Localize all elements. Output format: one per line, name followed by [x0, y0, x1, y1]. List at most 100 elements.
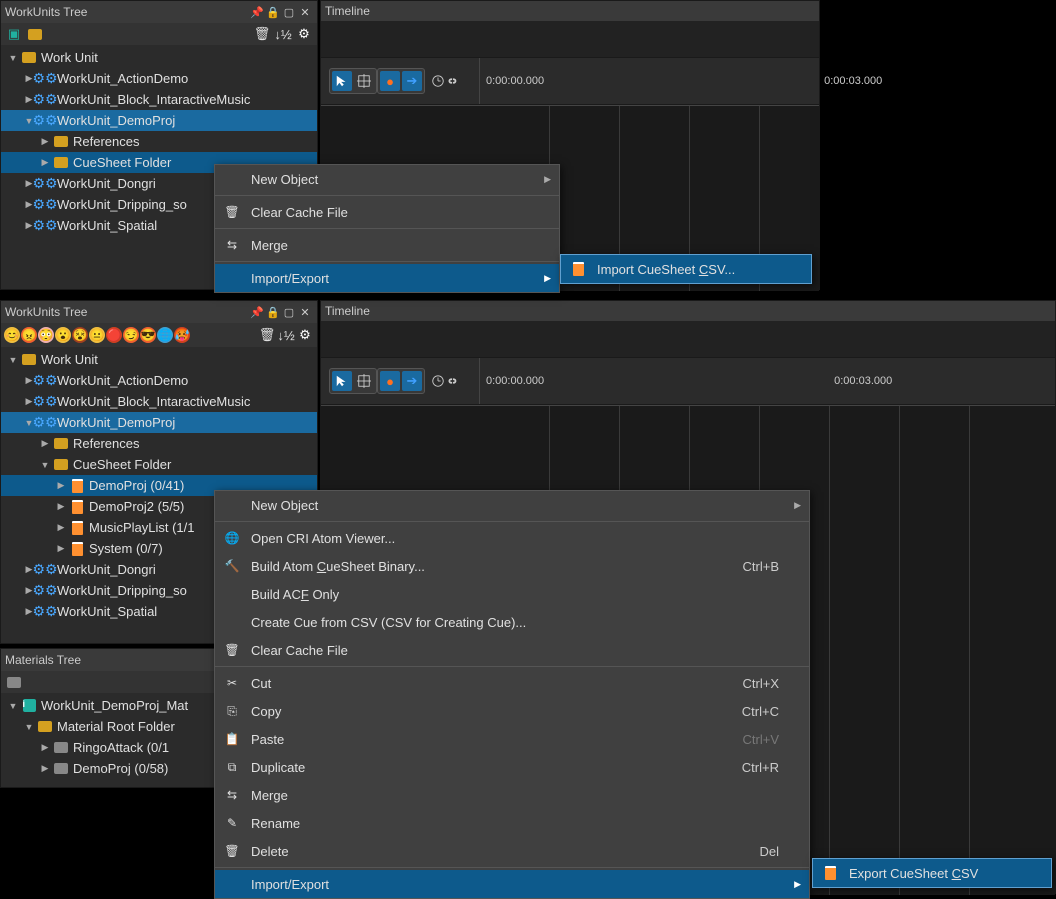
context-menu-bottom[interactable]: New Object▶ 🌐Open CRI Atom Viewer...🔨Buil…	[214, 490, 810, 899]
expander-icon[interactable]: ▶	[39, 742, 51, 754]
tree-item-label: DemoProj (0/41)	[89, 478, 184, 493]
expander-icon[interactable]: ▼	[7, 700, 19, 712]
menu-item[interactable]: Create Cue from CSV (CSV for Creating Cu…	[215, 608, 809, 636]
face-icon-10[interactable]: 🌐	[157, 327, 173, 343]
maximize-icon[interactable]: ▢	[281, 304, 297, 320]
expander-icon[interactable]: ▶	[55, 501, 67, 513]
expander-icon[interactable]: ▶	[39, 157, 51, 169]
menu-shortcut: Ctrl+V	[743, 732, 779, 747]
expander-icon[interactable]: ▶	[55, 480, 67, 492]
tree-node-icon: ⚙⚙	[37, 113, 53, 129]
face-icon-11[interactable]: 🥵	[174, 327, 190, 343]
tree-item[interactable]: ▼CueSheet Folder	[1, 454, 317, 475]
tree-item[interactable]: ▼Work Unit	[1, 47, 317, 68]
pin-icon[interactable]: 📌	[249, 304, 265, 320]
expander-icon[interactable]: ▶	[55, 543, 67, 555]
new-folder-button[interactable]	[5, 673, 23, 691]
close-icon[interactable]: ✕	[297, 4, 313, 20]
menu-item[interactable]: 🌐Open CRI Atom Viewer...	[215, 524, 809, 552]
trash-button[interactable]: 🗑	[253, 25, 271, 43]
menu-item[interactable]: ✂CutCtrl+X	[215, 669, 809, 697]
record-button[interactable]: ●	[380, 71, 400, 91]
panel-title: Timeline	[325, 4, 370, 18]
expander-icon[interactable]: ▼	[7, 354, 19, 366]
tree-item[interactable]: ▶References	[1, 433, 317, 454]
tree-item[interactable]: ▼⚙⚙WorkUnit_DemoProj	[1, 412, 317, 433]
menu-item: Build ACF Only	[215, 580, 809, 608]
expander-icon[interactable]: ▶	[39, 763, 51, 775]
expander-icon[interactable]: ▼	[7, 52, 19, 64]
sort-button[interactable]: ↓½	[277, 326, 295, 344]
next-button[interactable]: ➔	[402, 71, 422, 91]
expander-icon[interactable]: ▼	[39, 459, 51, 471]
record-button[interactable]: ●	[380, 371, 400, 391]
face-icon-1[interactable]: 😊	[4, 327, 20, 343]
tree-item[interactable]: ▼⚙⚙WorkUnit_DemoProj	[1, 110, 317, 131]
tree-item[interactable]: ▶⚙⚙WorkUnit_ActionDemo	[1, 370, 317, 391]
face-icon-3[interactable]: 😳	[38, 327, 54, 343]
face-icon-8[interactable]: 😏	[123, 327, 139, 343]
menu-item[interactable]: New Object▶	[215, 165, 559, 193]
export-submenu-bottom[interactable]: Export CueSheet CSV	[812, 858, 1052, 888]
settings-button[interactable]: ⚙	[296, 326, 314, 344]
context-menu-top[interactable]: New Object▶ 🗑Clear Cache File ⇆Merge Import…	[214, 164, 560, 293]
tree-node-icon: ⚙⚙	[37, 176, 53, 192]
timeline-ruler[interactable]: 0:00:00.000 0:00:03.000	[479, 58, 882, 104]
menu-item[interactable]: 🗑DeleteDel	[215, 837, 809, 865]
settings-button[interactable]: ⚙	[295, 25, 313, 43]
timeline-ruler[interactable]: 0:00:00.000 0:00:03.000 0:00:06.000	[479, 358, 1056, 404]
tree-item[interactable]: ▶⚙⚙WorkUnit_ActionDemo	[1, 68, 317, 89]
lock-icon[interactable]: 🔒	[265, 304, 281, 320]
arrow-tool-button[interactable]	[332, 71, 352, 91]
trash-button[interactable]: 🗑	[258, 326, 276, 344]
menu-shortcut: Del	[759, 844, 779, 859]
timeline-play-tools: ● ➔	[377, 368, 425, 394]
clock-button[interactable]	[431, 371, 445, 391]
expander-icon[interactable]: ▶	[39, 438, 51, 450]
tree-item[interactable]: ▶⚙⚙WorkUnit_Block_IntaractiveMusic	[1, 391, 317, 412]
face-icon-9[interactable]: 😎	[140, 327, 156, 343]
export-cuesheet-csv-item[interactable]: Export CueSheet CSV	[813, 859, 1051, 887]
new-unit-button[interactable]: ▣	[5, 25, 23, 43]
maximize-icon[interactable]: ▢	[281, 4, 297, 20]
face-icon-7[interactable]: 🔴	[106, 327, 122, 343]
menu-item[interactable]: ✎Rename	[215, 809, 809, 837]
tree-item[interactable]: ▶References	[1, 131, 317, 152]
clock-button[interactable]	[431, 71, 445, 91]
menu-item[interactable]: 🗑Clear Cache File	[215, 636, 809, 664]
import-cuesheet-csv-item[interactable]: Import CueSheet CSV...	[561, 255, 811, 283]
menu-item[interactable]: 🗑Clear Cache File	[215, 198, 559, 226]
menu-item[interactable]: New Object▶	[215, 491, 809, 519]
expander-icon[interactable]: ▶	[39, 136, 51, 148]
next-button[interactable]: ➔	[402, 371, 422, 391]
new-folder-button[interactable]	[26, 25, 44, 43]
face-icon-2[interactable]: 😠	[21, 327, 37, 343]
face-icon-6[interactable]: 😐	[89, 327, 105, 343]
arrow-tool-button[interactable]	[332, 371, 352, 391]
sort-button[interactable]: ↓½	[274, 25, 292, 43]
expander-icon[interactable]: ▼	[23, 721, 35, 733]
crop-tool-button[interactable]	[354, 371, 374, 391]
tree-item[interactable]: ▼Work Unit	[1, 349, 317, 370]
link-button[interactable]	[445, 371, 459, 391]
close-icon[interactable]: ✕	[297, 304, 313, 320]
lock-icon[interactable]: 🔒	[265, 4, 281, 20]
menu-item[interactable]: Import/Export▶	[215, 264, 559, 292]
menu-item[interactable]: 🔨Build Atom CueSheet Binary...Ctrl+B	[215, 552, 809, 580]
tree-item-label: WorkUnit_Block_IntaractiveMusic	[57, 394, 250, 409]
menu-item[interactable]: ⎘CopyCtrl+C	[215, 697, 809, 725]
face-icon-4[interactable]: 😮	[55, 327, 71, 343]
crop-tool-button[interactable]	[354, 71, 374, 91]
expander-icon[interactable]: ▶	[55, 522, 67, 534]
import-submenu-top[interactable]: Import CueSheet CSV...	[560, 254, 812, 284]
tree-item[interactable]: ▶⚙⚙WorkUnit_Block_IntaractiveMusic	[1, 89, 317, 110]
tree-node-icon	[53, 761, 69, 777]
face-icon-5[interactable]: 😵	[72, 327, 88, 343]
menu-item[interactable]: ⧉DuplicateCtrl+R	[215, 753, 809, 781]
link-button[interactable]	[445, 71, 459, 91]
menu-shortcut: Ctrl+B	[743, 559, 779, 574]
tree-node-icon	[53, 134, 69, 150]
menu-item-label: Merge	[251, 238, 529, 253]
menu-item: ⇆Merge	[215, 231, 559, 259]
pin-icon[interactable]: 📌	[249, 4, 265, 20]
